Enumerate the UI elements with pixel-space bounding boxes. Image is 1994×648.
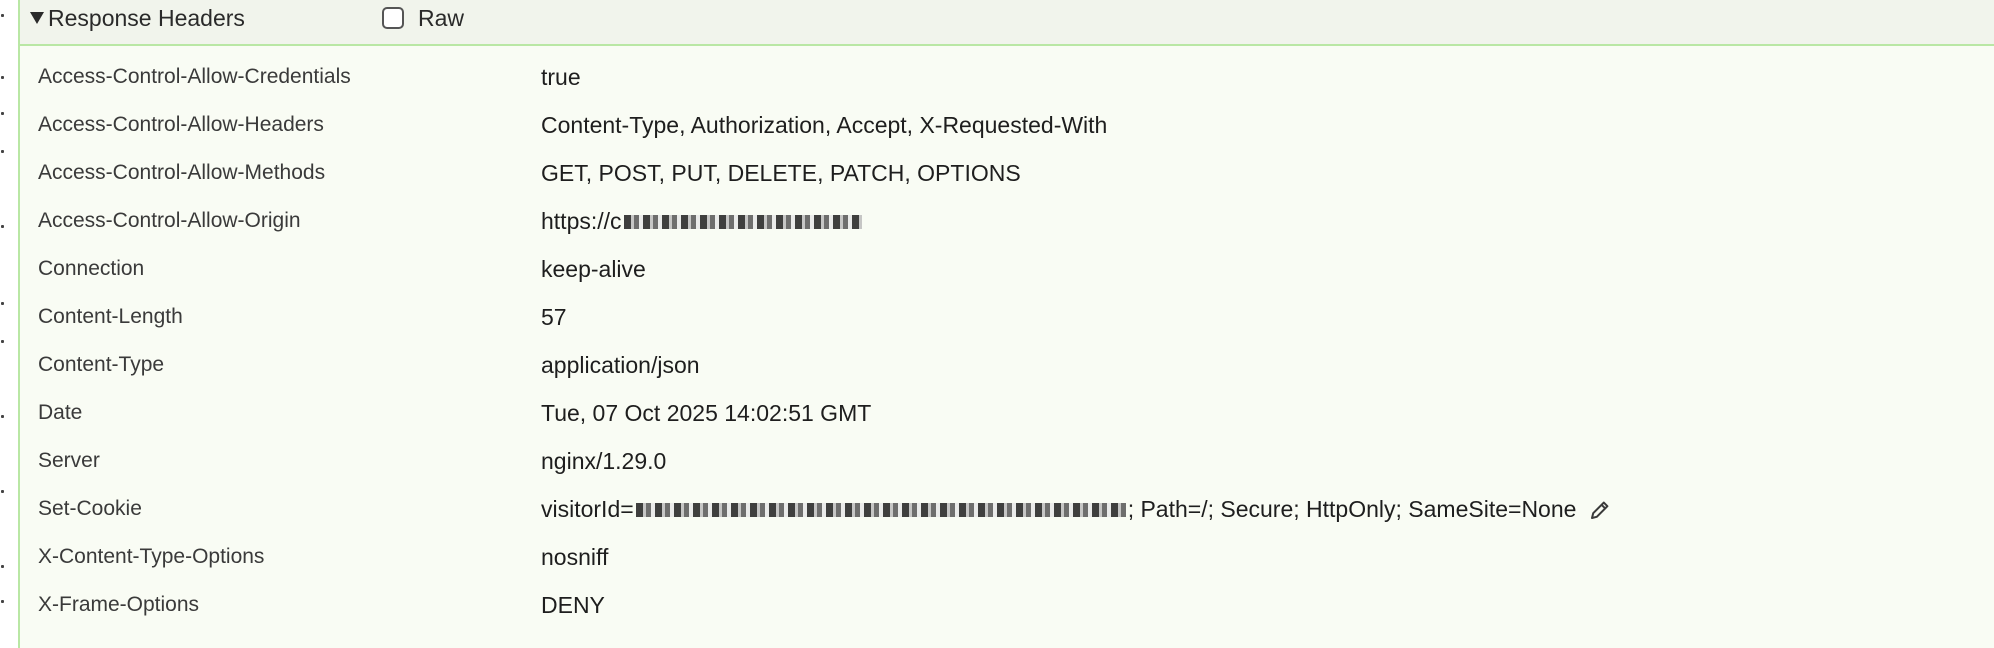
response-headers-view: Response Headers Raw Access-Control-Allo… <box>0 0 1994 648</box>
header-name: Access-Control-Allow-Headers <box>38 113 324 136</box>
header-value: keep-alive <box>541 256 646 282</box>
header-name: Content-Type <box>38 353 165 376</box>
header-name: Connection <box>38 257 145 280</box>
header-value: 57 <box>541 304 567 330</box>
table-row: Set-Cookie visitorId= ; Path=/; Secure; … <box>20 488 1994 536</box>
table-row: Access-Control-Allow-Headers Content-Typ… <box>20 104 1994 152</box>
redacted-origin <box>623 214 862 229</box>
gutter-marker <box>1 14 4 17</box>
left-gutter <box>0 0 18 648</box>
gutter-marker <box>1 302 4 305</box>
raw-checkbox[interactable] <box>382 7 404 29</box>
pencil-icon[interactable] <box>1588 498 1612 522</box>
header-name: Set-Cookie <box>38 497 142 520</box>
header-name: X-Frame-Options <box>38 593 200 616</box>
triangle-down-icon <box>30 12 44 24</box>
raw-toggle[interactable]: Raw <box>382 4 464 32</box>
gutter-marker <box>1 150 4 153</box>
header-name: Server <box>38 449 100 472</box>
header-value: true <box>541 64 581 90</box>
table-row: Content-Type application/json <box>20 344 1994 392</box>
table-row: Access-Control-Allow-Origin https://c <box>20 200 1994 248</box>
header-value: visitorId= ; Path=/; Secure; HttpOnly; S… <box>541 496 1612 523</box>
gutter-marker <box>1 565 4 568</box>
header-name: Access-Control-Allow-Credentials <box>38 65 351 88</box>
header-value: Content-Type, Authorization, Accept, X-R… <box>541 112 1108 138</box>
table-row: Server nginx/1.29.0 <box>20 440 1994 488</box>
header-name: Access-Control-Allow-Origin <box>38 209 301 232</box>
header-name: Date <box>38 401 83 424</box>
table-row: Date Tue, 07 Oct 2025 14:02:51 GMT <box>20 392 1994 440</box>
table-row: X-Frame-Options DENY <box>20 584 1994 632</box>
gutter-marker <box>1 490 4 493</box>
gutter-marker <box>1 415 4 418</box>
gutter-marker <box>1 225 4 228</box>
section-header: Response Headers Raw <box>20 0 1994 46</box>
response-headers-disclosure[interactable]: Response Headers <box>30 4 245 32</box>
header-name: X-Content-Type-Options <box>38 545 265 568</box>
table-row: X-Content-Type-Options nosniff <box>20 536 1994 584</box>
table-row: Access-Control-Allow-Methods GET, POST, … <box>20 152 1994 200</box>
redacted-cookie-value <box>635 502 1126 517</box>
header-value: GET, POST, PUT, DELETE, PATCH, OPTIONS <box>541 160 1021 186</box>
section-title: Response Headers <box>48 4 245 31</box>
response-headers-panel: Response Headers Raw Access-Control-Allo… <box>18 0 1994 648</box>
header-value: application/json <box>541 352 700 378</box>
gutter-marker <box>1 76 4 79</box>
table-row: Access-Control-Allow-Credentials true <box>20 56 1994 104</box>
gutter-marker <box>1 600 4 603</box>
table-row: Content-Length 57 <box>20 296 1994 344</box>
header-value: https://c <box>541 208 862 235</box>
gutter-marker <box>1 112 4 115</box>
header-value: DENY <box>541 592 605 618</box>
header-value: nginx/1.29.0 <box>541 448 667 474</box>
gutter-marker <box>1 340 4 343</box>
header-value: nosniff <box>541 544 609 570</box>
table-row: Connection keep-alive <box>20 248 1994 296</box>
headers-table: Access-Control-Allow-Credentials true Ac… <box>20 56 1994 632</box>
header-value: Tue, 07 Oct 2025 14:02:51 GMT <box>541 400 872 426</box>
raw-label: Raw <box>418 4 465 31</box>
header-name: Access-Control-Allow-Methods <box>38 161 326 184</box>
header-name: Content-Length <box>38 305 183 328</box>
